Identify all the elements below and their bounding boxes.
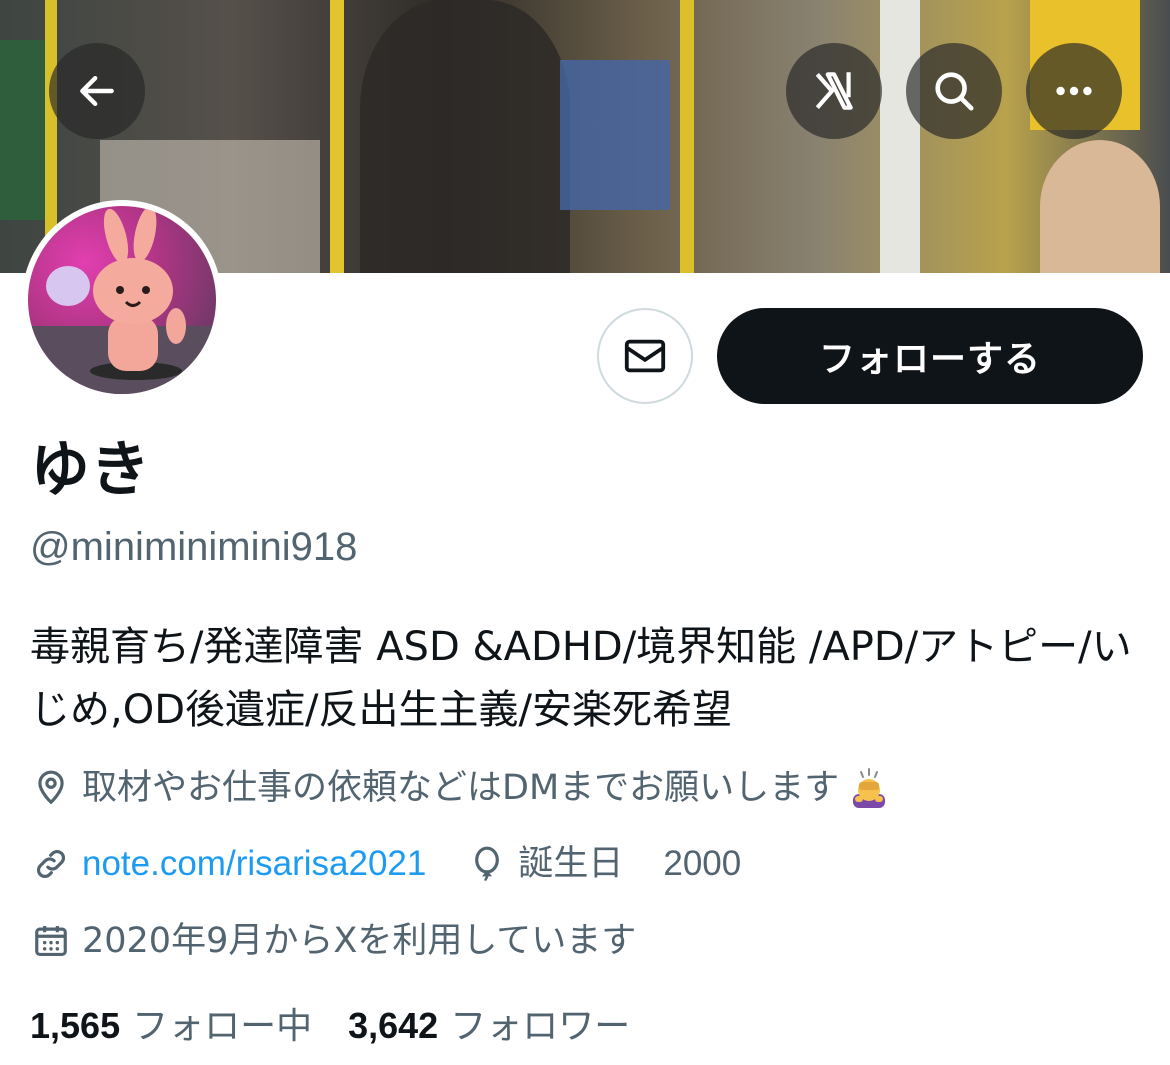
birthday-label: 誕生日 — [518, 844, 624, 884]
avatar-image — [28, 206, 216, 394]
follow-stats: 1,565 フォロー中 3,642 フォロワー — [30, 1003, 630, 1050]
arrow-left-icon — [80, 75, 114, 107]
search-icon — [935, 72, 974, 111]
calendar-icon — [30, 920, 72, 962]
website-link[interactable]: note.com/risarisa2021 — [82, 841, 426, 887]
link-icon — [30, 843, 72, 885]
more-horizontal-icon — [1056, 86, 1092, 96]
following-count: 1,565 — [30, 1005, 121, 1046]
display-name: ゆき — [30, 435, 150, 505]
followers-link[interactable]: 3,642 フォロワー — [348, 1003, 630, 1050]
banner-art — [880, 0, 920, 273]
bowing-person-emoji-icon — [847, 766, 891, 810]
balloon-icon — [466, 843, 508, 885]
message-button[interactable] — [597, 308, 693, 404]
envelope-icon — [624, 339, 666, 373]
following-link[interactable]: 1,565 フォロー中 — [30, 1003, 312, 1050]
location-text: 取材やお仕事の依頼などはDMまでお願いします — [82, 768, 840, 808]
avatar[interactable] — [22, 200, 222, 400]
birthday-value: 2000 — [663, 844, 742, 883]
birthday: 誕生日 2000 — [466, 841, 741, 887]
banner-art — [680, 0, 694, 273]
grok-icon — [815, 72, 853, 110]
profile-links-row: note.com/risarisa2021 誕生日 2000 — [30, 841, 741, 887]
location-pin-icon — [30, 767, 72, 809]
profile-bio: 毒親育ち/発達障害 ASD &ADHD/境界知能 /APD/アトピー/いじめ,O… — [30, 624, 1132, 733]
profile-joined-date: 2020年9月からXを利用しています — [30, 918, 636, 964]
banner-art — [560, 60, 670, 210]
joined-text: 2020年9月からXを利用しています — [82, 921, 637, 961]
user-handle: @miniminimini918 — [30, 525, 358, 569]
back-button[interactable] — [49, 43, 145, 139]
banner-art — [360, 0, 570, 273]
follow-button[interactable]: フォローする — [717, 308, 1143, 404]
search-button[interactable] — [906, 43, 1002, 139]
profile-location: 取材やお仕事の依頼などはDMまでお願いします — [30, 765, 891, 811]
following-label: フォロー中 — [132, 1006, 313, 1047]
followers-label: フォロワー — [450, 1006, 631, 1047]
followers-count: 3,642 — [348, 1005, 439, 1046]
more-button[interactable] — [1026, 43, 1122, 139]
banner-art — [1040, 140, 1160, 273]
banner-art — [0, 40, 45, 220]
grok-button[interactable] — [786, 43, 882, 139]
avatar-character — [28, 206, 216, 394]
banner-art — [330, 0, 344, 273]
